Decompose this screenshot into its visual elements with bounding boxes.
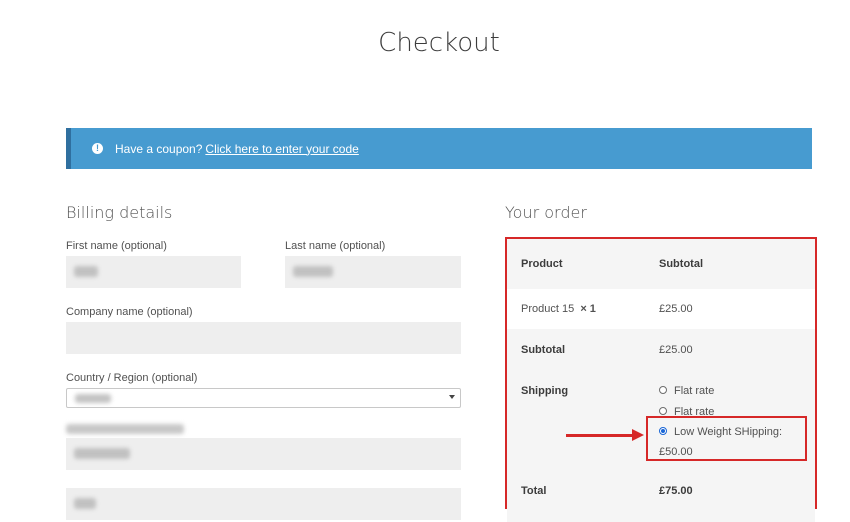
col-product-header: Product (521, 258, 563, 270)
item-price: £25.00 (659, 303, 693, 315)
blurred-value (74, 498, 96, 509)
last-name-input[interactable] (285, 256, 461, 288)
blurred-value (75, 394, 111, 403)
total-row: Total £75.00 (507, 469, 815, 509)
annotation-highlight-box (646, 416, 807, 461)
subtotal-value: £25.00 (659, 344, 693, 356)
info-icon: ! (92, 143, 103, 154)
page-title: Checkout (378, 28, 500, 58)
coupon-notice: ! Have a coupon? Click here to enter you… (66, 128, 812, 169)
subtotal-label: Subtotal (521, 344, 565, 356)
annotation-arrow-icon (566, 434, 636, 437)
first-name-label: First name (optional) (66, 240, 167, 252)
order-review-table: Product Subtotal Product 15 × 1 £25.00 S… (505, 237, 817, 522)
country-select[interactable] (66, 388, 461, 408)
blurred-value (293, 266, 333, 277)
first-name-input[interactable] (66, 256, 241, 288)
street-address-input[interactable] (66, 438, 461, 470)
country-label: Country / Region (optional) (66, 372, 198, 384)
coupon-prompt: Have a coupon? (115, 141, 203, 156)
last-name-label: Last name (optional) (285, 240, 386, 252)
total-label: Total (521, 485, 547, 497)
blurred-value (74, 448, 130, 459)
table-header-row: Product Subtotal (507, 239, 815, 289)
item-quantity: × 1 (580, 303, 596, 315)
subtotal-row: Subtotal £25.00 (507, 329, 815, 369)
billing-heading: Billing details (66, 203, 173, 222)
col-subtotal-header: Subtotal (659, 258, 703, 270)
shipping-label: Shipping (521, 385, 569, 397)
address-line-2-input[interactable] (66, 488, 461, 520)
table-row: Product 15 × 1 £25.00 (507, 289, 815, 329)
radio-button[interactable] (659, 386, 667, 395)
company-label: Company name (optional) (66, 306, 193, 318)
shipping-option[interactable]: Flat rate (659, 385, 714, 397)
item-name: Product 15 × 1 (521, 303, 596, 315)
chevron-down-icon (449, 395, 455, 399)
arrow-right-icon (632, 429, 644, 441)
total-value: £75.00 (659, 485, 693, 497)
street-address-label (66, 424, 184, 434)
radio-button[interactable] (659, 407, 667, 416)
company-input[interactable] (66, 322, 461, 354)
order-heading: Your order (505, 203, 587, 222)
coupon-link[interactable]: Click here to enter your code (205, 142, 358, 156)
blurred-value (74, 266, 98, 277)
